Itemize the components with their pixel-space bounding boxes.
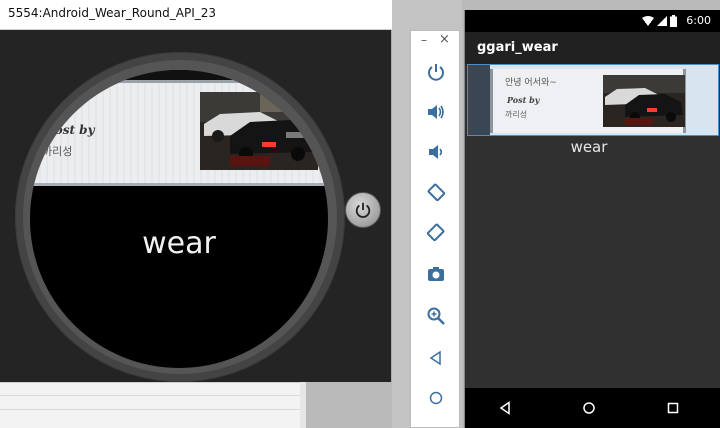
car-photo [200, 92, 318, 170]
car-photo [603, 75, 685, 127]
zoom-button[interactable] [421, 301, 451, 331]
recents-icon [667, 402, 679, 414]
card-author: 까리성 [505, 110, 528, 119]
background-scrollbar [300, 382, 306, 428]
zoom-icon [427, 307, 445, 325]
battery-icon [670, 15, 677, 27]
watch-power-button[interactable] [345, 192, 381, 228]
volume-up-icon [428, 105, 444, 119]
close-button[interactable]: × [439, 32, 450, 47]
card-greeting: 어서와~ [38, 97, 82, 111]
card-greeting: 안녕 어서와~ [505, 78, 557, 88]
power-icon [428, 64, 444, 81]
volume-down-button[interactable] [421, 137, 451, 167]
watch-screen[interactable]: 어서와~ Post by 까리성 wear [30, 70, 328, 368]
volume-down-icon [429, 145, 443, 159]
toolbar-home-button[interactable] [421, 383, 451, 413]
home-icon [583, 402, 595, 414]
screenshot-button[interactable] [421, 259, 451, 289]
phone-emulator: 6:00 ggari_wear 안녕 어서와~ Post by 까리성 wear [464, 10, 720, 428]
toolbar-power-button[interactable] [421, 57, 451, 87]
rotate-left-button[interactable] [421, 177, 451, 207]
rotate-right-button[interactable] [421, 217, 451, 247]
watch-notification-card[interactable]: 어서와~ Post by 까리성 [32, 80, 328, 186]
back-icon [499, 401, 510, 415]
wear-window-titlebar[interactable]: 5554:Android_Wear_Round_API_23 [0, 0, 392, 30]
background-ide-panel [0, 382, 300, 428]
wear-app-label: wear [142, 226, 216, 261]
minimize-button[interactable]: – [421, 33, 427, 47]
toolbar-back-button[interactable] [421, 343, 451, 373]
phone-app-label: wear [570, 138, 608, 156]
wear-window-title: 5554:Android_Wear_Round_API_23 [8, 6, 217, 20]
phone-status-bar: 6:00 [465, 10, 720, 32]
card-author: 까리성 [42, 145, 73, 158]
emulator-toolbar: – × [410, 30, 460, 428]
rotate-right-icon [426, 223, 445, 242]
app-title: ggari_wear [477, 40, 558, 55]
card-post-by: Post by [46, 123, 95, 137]
nav-back-button[interactable] [493, 396, 517, 420]
home-icon [429, 391, 443, 405]
volume-up-button[interactable] [421, 97, 451, 127]
back-icon [429, 350, 441, 366]
card-post-by: Post by [507, 95, 540, 105]
phone-app-bar: ggari_wear [465, 32, 720, 64]
rotate-left-icon [427, 183, 446, 202]
status-time: 6:00 [686, 14, 711, 27]
wifi-icon [642, 16, 654, 26]
power-icon [355, 202, 371, 218]
wear-emulator-window: 5554:Android_Wear_Round_API_23 어서와~ Post… [0, 0, 392, 382]
nav-recents-button[interactable] [661, 396, 685, 420]
phone-navigation-bar [465, 388, 720, 428]
nav-home-button[interactable] [577, 396, 601, 420]
signal-icon [657, 16, 667, 26]
phone-notification-card[interactable]: 안녕 어서와~ Post by 까리성 [467, 64, 719, 136]
camera-icon [428, 267, 444, 281]
